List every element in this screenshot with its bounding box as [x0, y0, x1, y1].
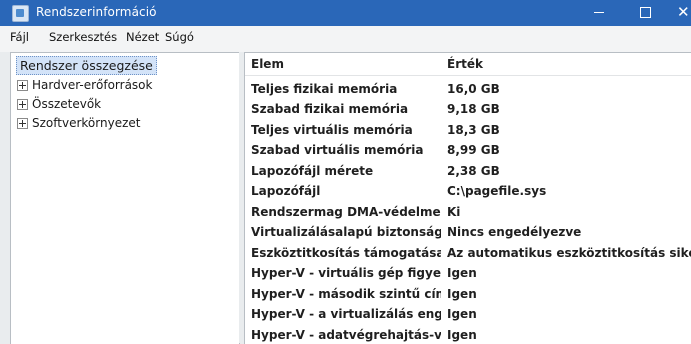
- table-row[interactable]: Teljes virtuális memória 18,3 GB: [245, 120, 691, 140]
- system-info-icon: [12, 5, 29, 22]
- item-name: Virtualizálásalapú biztonság: [251, 225, 441, 239]
- close-button[interactable]: ✕: [668, 0, 691, 26]
- item-value: C:\pagefile.sys: [447, 184, 547, 198]
- item-value: Nincs engedélyezve: [447, 225, 582, 239]
- maximize-button[interactable]: [622, 0, 668, 26]
- item-value: Igen: [447, 266, 477, 280]
- item-value: 2,38 GB: [447, 164, 500, 178]
- table-row[interactable]: Lapozófájl C:\pagefile.sys: [245, 181, 691, 201]
- table-row[interactable]: Lapozófájl mérete 2,38 GB: [245, 161, 691, 181]
- table-row[interactable]: Virtualizálásalapú biztonság Nincs enged…: [245, 222, 691, 242]
- details-list[interactable]: Elem Érték Teljes fizikai memória 16,0 G…: [244, 52, 691, 344]
- item-name: Szabad fizikai memória: [251, 102, 409, 116]
- category-tree[interactable]: Rendszer összegzése Hardver-erőforrások …: [10, 52, 240, 344]
- item-name: Hyper-V - adatvégrehajtás-véd...: [251, 328, 441, 342]
- table-row[interactable]: Rendszermag DMA-védelme Ki: [245, 202, 691, 222]
- item-name: Rendszermag DMA-védelme: [251, 205, 441, 219]
- menu-bar: Fájl Szerkesztés Nézet Súgó: [0, 26, 691, 47]
- item-value: Ki: [447, 205, 461, 219]
- item-name: Teljes virtuális memória: [251, 123, 413, 137]
- table-row[interactable]: Hyper-V - második szintű címfo... Igen: [245, 284, 691, 304]
- item-name: Hyper-V - a virtualizálás enged...: [251, 307, 441, 321]
- title-bar[interactable]: Rendszerinformáció ✕: [0, 0, 691, 26]
- tree-item-label: Összetevők: [32, 97, 102, 111]
- item-value: Az automatikus eszköztitkosítás sikertel…: [447, 246, 691, 260]
- minimize-icon: [594, 12, 604, 13]
- item-name: Eszköztitkosítás támogatása: [251, 246, 441, 260]
- table-row[interactable]: Eszköztitkosítás támogatása Az automatik…: [245, 243, 691, 263]
- menu-help[interactable]: Súgó: [165, 30, 194, 44]
- item-value: Igen: [447, 287, 477, 301]
- minimize-button[interactable]: [576, 0, 622, 26]
- maximize-icon: [640, 7, 651, 18]
- item-value: 9,18 GB: [447, 102, 500, 116]
- expand-icon[interactable]: [17, 80, 28, 91]
- tree-item-label: Hardver-erőforrások: [32, 78, 153, 92]
- menu-file[interactable]: Fájl: [10, 30, 29, 44]
- close-icon: ✕: [677, 3, 690, 21]
- table-row[interactable]: Hyper-V - adatvégrehajtás-véd... Igen: [245, 325, 691, 344]
- tree-item-system-summary[interactable]: Rendszer összegzése: [16, 56, 157, 75]
- item-name: Szabad virtuális memória: [251, 143, 424, 157]
- item-name: Teljes fizikai memória: [251, 82, 398, 96]
- item-name: Hyper-V - virtuális gép figyelő ...: [251, 266, 441, 280]
- table-row[interactable]: Teljes fizikai memória 16,0 GB: [245, 79, 691, 99]
- expand-icon[interactable]: [17, 118, 28, 129]
- tree-item-label: Szoftverkörnyezet: [32, 116, 141, 130]
- menu-edit[interactable]: Szerkesztés: [49, 30, 117, 44]
- item-value: Igen: [447, 307, 477, 321]
- table-row[interactable]: Szabad virtuális memória 8,99 GB: [245, 140, 691, 160]
- tree-item-hardware-resources[interactable]: Hardver-erőforrások: [17, 78, 152, 94]
- table-row[interactable]: Szabad fizikai memória 9,18 GB: [245, 99, 691, 119]
- item-value: Igen: [447, 328, 477, 342]
- table-row[interactable]: Hyper-V - a virtualizálás enged... Igen: [245, 304, 691, 324]
- column-header-item[interactable]: Elem: [251, 57, 284, 71]
- table-row[interactable]: Hyper-V - virtuális gép figyelő ... Igen: [245, 263, 691, 283]
- tree-item-components[interactable]: Összetevők: [17, 97, 101, 113]
- item-name: Lapozófájl mérete: [251, 164, 374, 178]
- item-value: 18,3 GB: [447, 123, 500, 137]
- window-title: Rendszerinformáció: [36, 5, 157, 19]
- expand-icon[interactable]: [17, 99, 28, 110]
- item-name: Lapozófájl: [251, 184, 321, 198]
- tree-item-software-environment[interactable]: Szoftverkörnyezet: [17, 116, 140, 132]
- item-value: 16,0 GB: [447, 82, 500, 96]
- item-name: Hyper-V - második szintű címfo...: [251, 287, 441, 301]
- menu-view[interactable]: Nézet: [126, 30, 159, 44]
- header-divider: [245, 75, 691, 76]
- item-value: 8,99 GB: [447, 143, 500, 157]
- column-header-value[interactable]: Érték: [447, 57, 483, 71]
